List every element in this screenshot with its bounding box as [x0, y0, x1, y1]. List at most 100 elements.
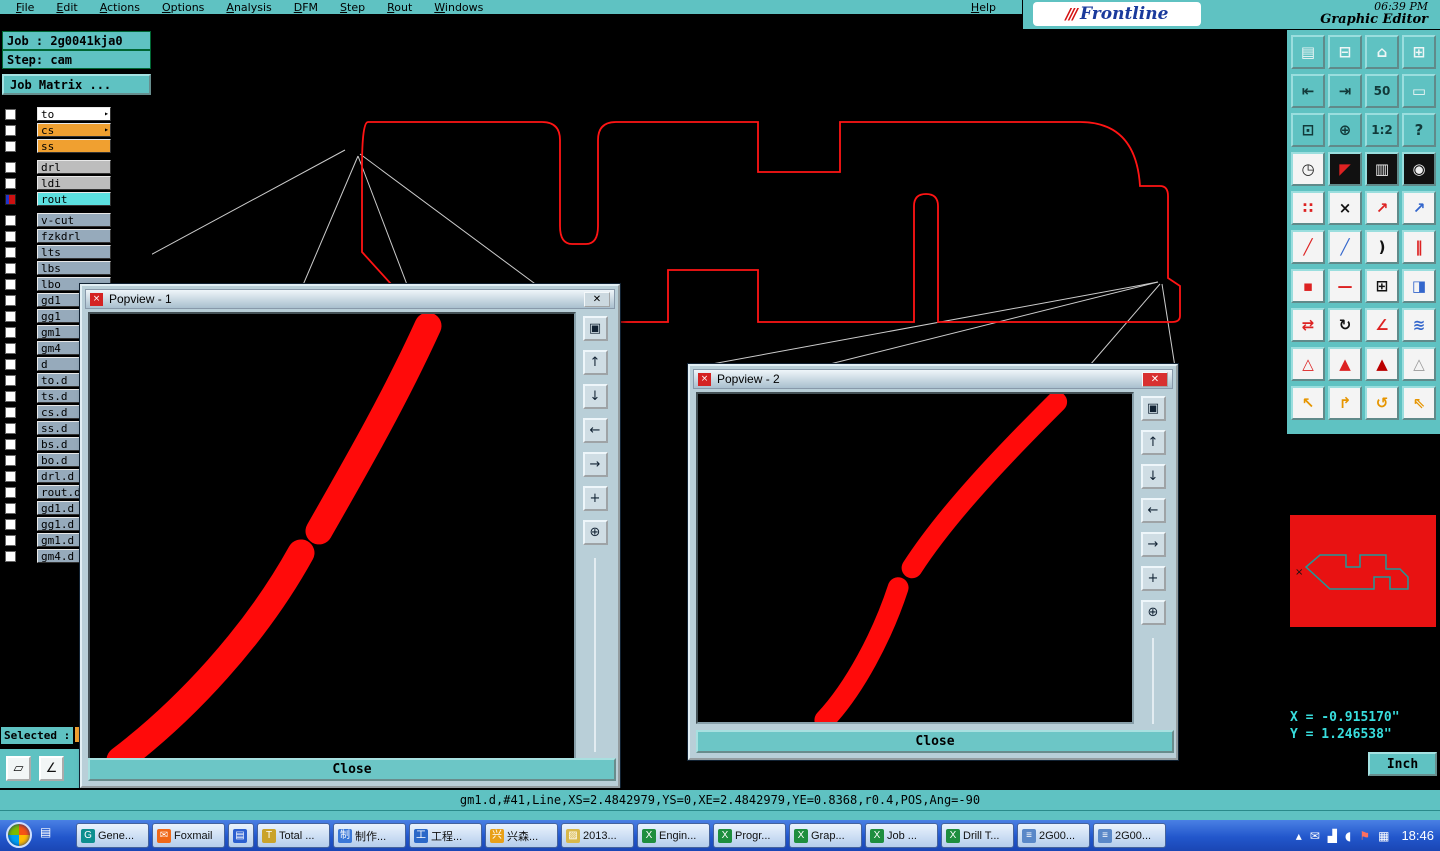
- layer-row-lbs[interactable]: lbs: [0, 260, 152, 276]
- overview-thumbnail[interactable]: ×: [1290, 515, 1436, 627]
- triangle-solid-icon[interactable]: ▲: [1328, 347, 1362, 381]
- line-blue-icon[interactable]: ╱: [1328, 230, 1362, 264]
- menu-help[interactable]: Help: [971, 1, 996, 14]
- menu-file[interactable]: File: [16, 1, 34, 14]
- layer-label-fzkdrl[interactable]: fzkdrl: [37, 229, 111, 243]
- clock-icon[interactable]: ◷: [1291, 152, 1325, 186]
- tile-windows-icon[interactable]: ⊞: [1402, 35, 1436, 69]
- layer-checkbox-bs.d[interactable]: [5, 438, 16, 450]
- layer-checkbox-ts.d[interactable]: [5, 390, 16, 402]
- zoom-icon[interactable]: ⊕: [1140, 600, 1166, 625]
- shape-tool-button[interactable]: ▱: [6, 756, 31, 781]
- popview-window-2[interactable]: × Popview - 2 ✕ ▣ ↑ ↓ ← → + ⊕ Close: [687, 363, 1179, 761]
- layer-label-lts[interactable]: lts: [37, 245, 111, 259]
- layer-checkbox-v-cut[interactable]: [5, 214, 16, 226]
- layer-checkbox-rout.d[interactable]: [5, 486, 16, 498]
- layer-checkbox-gd1.d[interactable]: [5, 502, 16, 514]
- popview-1-close-button[interactable]: Close: [88, 758, 616, 781]
- copy-points-icon[interactable]: ↗: [1402, 191, 1436, 225]
- quick-launch-icon[interactable]: ▤: [40, 825, 51, 839]
- taskbar-item[interactable]: ▤: [228, 823, 254, 848]
- pan-icon[interactable]: +: [582, 486, 608, 511]
- layer-label-lbs[interactable]: lbs: [37, 261, 111, 275]
- scale-1-2-icon[interactable]: 1:2: [1365, 113, 1399, 147]
- job-matrix-button[interactable]: Job Matrix ...: [2, 74, 151, 95]
- layer-checkbox-to.d[interactable]: [5, 374, 16, 386]
- pads-icon[interactable]: ∷: [1291, 191, 1325, 225]
- input-indicator-icon[interactable]: ▦: [1378, 829, 1389, 843]
- layer-label-to[interactable]: to ▸: [37, 107, 111, 121]
- taskbar-item-[interactable]: 兴兴森...: [485, 823, 558, 848]
- layer-checkbox-gm1[interactable]: [5, 326, 16, 338]
- layer-row-lts[interactable]: lts: [0, 244, 152, 260]
- move-points-icon[interactable]: ↗: [1365, 191, 1399, 225]
- stack-windows-icon[interactable]: ▣: [1140, 396, 1166, 421]
- pan-icon[interactable]: +: [1140, 566, 1166, 591]
- dot-grid-icon[interactable]: ◉: [1402, 152, 1436, 186]
- layer-row-ss[interactable]: ss: [0, 138, 152, 154]
- select-box-icon[interactable]: ↱: [1328, 386, 1362, 420]
- zoom-window-icon[interactable]: ⊡: [1291, 113, 1325, 147]
- taskbar-item-2G00[interactable]: ≡ 2G00...: [1093, 823, 1166, 848]
- popview-1-titlebar[interactable]: × Popview - 1 ✕: [85, 289, 615, 309]
- layer-checkbox-lts[interactable]: [5, 246, 16, 258]
- taskbar-item-2013[interactable]: ▨ 2013...: [561, 823, 634, 848]
- pan-left-icon[interactable]: ⇤: [1291, 74, 1325, 108]
- layer-row-drl[interactable]: drl: [0, 159, 152, 175]
- layer-checkbox-fzkdrl[interactable]: [5, 230, 16, 242]
- menu-options[interactable]: Options: [162, 1, 204, 14]
- menu-actions[interactable]: Actions: [100, 1, 140, 14]
- triangle-outline-icon[interactable]: △: [1291, 347, 1325, 381]
- taskbar-item-2G00[interactable]: ≡ 2G00...: [1017, 823, 1090, 848]
- rotate-icon[interactable]: ↻: [1328, 308, 1362, 342]
- pointer-red-icon[interactable]: ◤: [1328, 152, 1362, 186]
- layer-checkbox-lbs[interactable]: [5, 262, 16, 274]
- scroll-left-icon[interactable]: ←: [582, 418, 608, 443]
- layer-checkbox-to[interactable]: [5, 108, 16, 120]
- measure-box-icon[interactable]: ⊞: [1365, 269, 1399, 303]
- layer-label-drl[interactable]: drl: [37, 160, 111, 174]
- start-button[interactable]: [6, 822, 32, 848]
- menu-rout[interactable]: Rout: [387, 1, 412, 14]
- pad-red-icon[interactable]: ▪: [1291, 269, 1325, 303]
- layer-label-ldi[interactable]: ldi: [37, 176, 111, 190]
- zoom-icon[interactable]: ⊕: [582, 520, 608, 545]
- menu-step[interactable]: Step: [340, 1, 365, 14]
- popview-2-close-button[interactable]: Close: [696, 730, 1174, 753]
- copy-board-icon[interactable]: ▤: [1291, 35, 1325, 69]
- parallel-icon[interactable]: ‖: [1402, 230, 1436, 264]
- layer-row-v-cut[interactable]: v-cut: [0, 212, 152, 228]
- zoom-50-icon[interactable]: 50: [1365, 74, 1399, 108]
- scroll-left-icon[interactable]: ←: [1140, 498, 1166, 523]
- volume-icon[interactable]: ◖: [1345, 829, 1351, 843]
- scroll-down-icon[interactable]: ↓: [1140, 464, 1166, 489]
- select-icon[interactable]: ↖: [1291, 386, 1325, 420]
- layer-checkbox-ss.d[interactable]: [5, 422, 16, 434]
- layer-checkbox-gg1.d[interactable]: [5, 518, 16, 530]
- taskbar-item-Engin[interactable]: X Engin...: [637, 823, 710, 848]
- taskbar-item-DrillT[interactable]: X Drill T...: [941, 823, 1014, 848]
- message-icon[interactable]: ✉: [1310, 829, 1320, 843]
- panel-icon[interactable]: ▭: [1402, 74, 1436, 108]
- layer-checkbox-lbo[interactable]: [5, 278, 16, 290]
- line-red-icon[interactable]: ╱: [1291, 230, 1325, 264]
- delete-icon[interactable]: ×: [1328, 191, 1362, 225]
- layer-row-ldi[interactable]: ldi: [0, 175, 152, 191]
- layer-checkbox-ldi[interactable]: [5, 177, 16, 189]
- popview-1-canvas[interactable]: [88, 312, 576, 762]
- layer-checkbox-drl[interactable]: [5, 161, 16, 173]
- layer-checkbox-ss[interactable]: [5, 140, 16, 152]
- angle-icon[interactable]: ∠: [1365, 308, 1399, 342]
- scroll-up-icon[interactable]: ↑: [582, 350, 608, 375]
- popview-2-close-icon[interactable]: ✕: [1142, 371, 1168, 387]
- layer-row-cs[interactable]: cs ▸: [0, 122, 152, 138]
- layer-checkbox-gm4.d[interactable]: [5, 550, 16, 562]
- layer-checkbox-bo.d[interactable]: [5, 454, 16, 466]
- popview-window-1[interactable]: × Popview - 1 ✕ ▣ ↑ ↓ ← → + ⊕ Close: [79, 283, 621, 789]
- taskbar-item-Total[interactable]: T Total ...: [257, 823, 330, 848]
- layer-row-rout[interactable]: rout: [0, 191, 152, 207]
- ruler-icon[interactable]: ▥: [1365, 152, 1399, 186]
- swap-icon[interactable]: ⇄: [1291, 308, 1325, 342]
- triangle-red-icon[interactable]: ▲: [1365, 347, 1399, 381]
- pan-right-icon[interactable]: ⇥: [1328, 74, 1362, 108]
